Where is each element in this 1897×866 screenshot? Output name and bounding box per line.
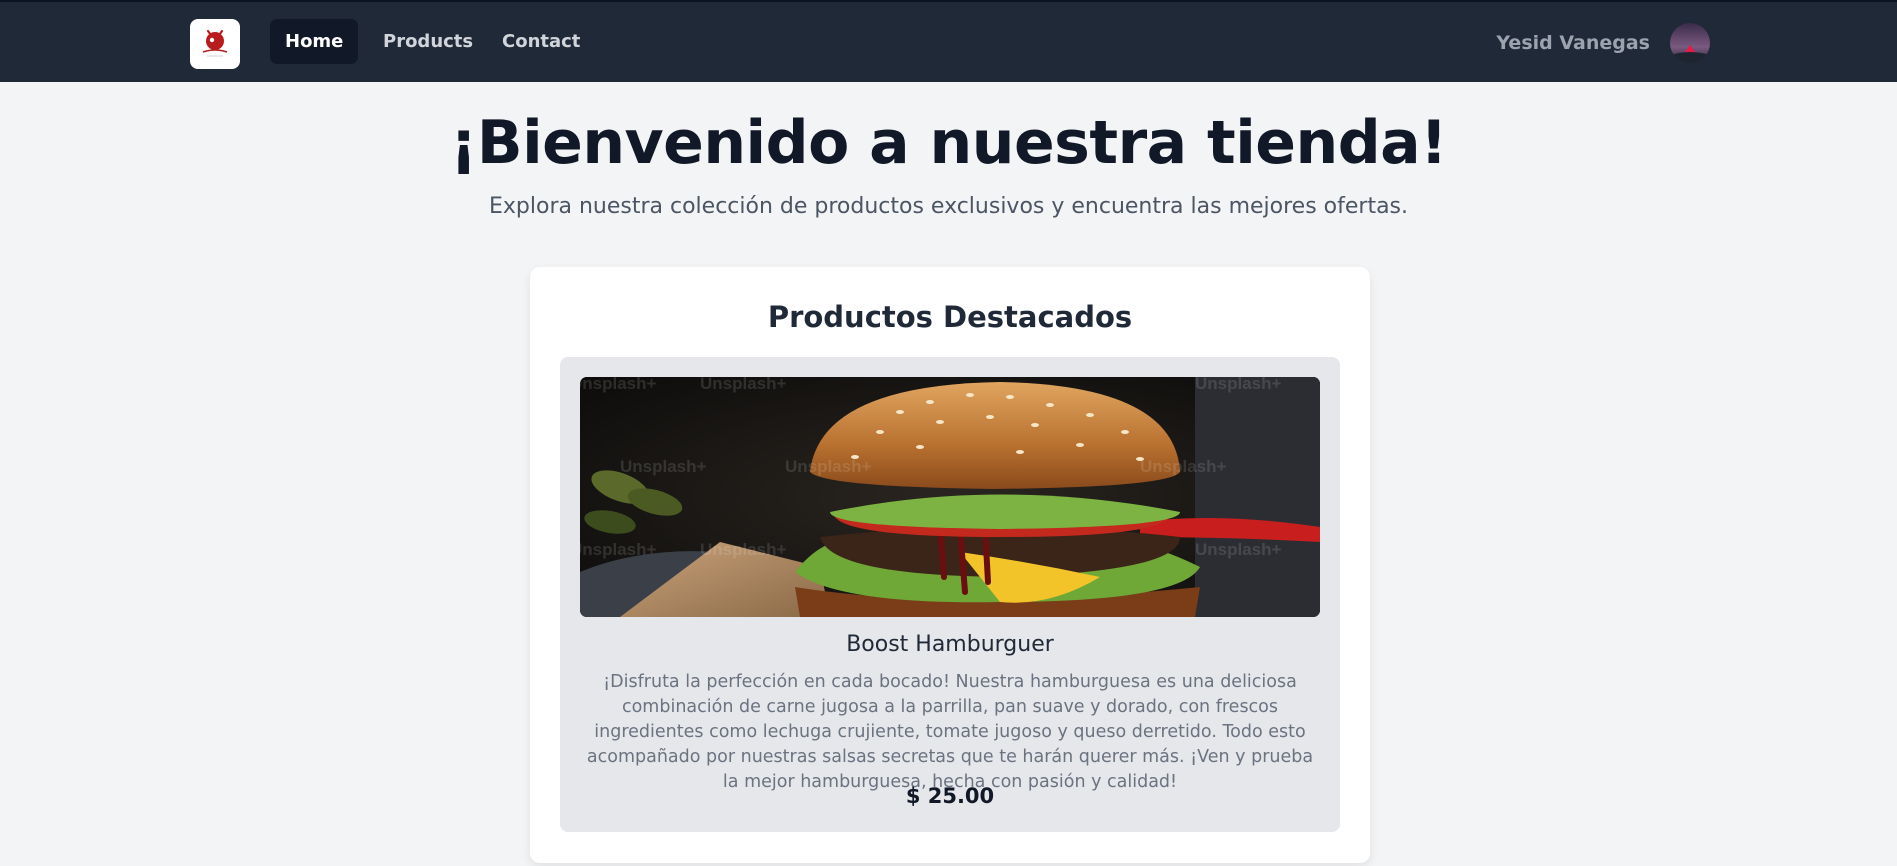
featured-products-card: Productos Destacados nsplash+ Unsplash+ … bbox=[530, 267, 1370, 863]
nav-link-products[interactable]: Products bbox=[368, 19, 488, 64]
product-name: Boost Hamburguer bbox=[846, 632, 1054, 657]
product-card[interactable]: Unsplash+ Unsplash+ Unsplash+ Unsplash+ … bbox=[560, 357, 1340, 832]
hero-title: ¡Bienvenido a nuestra tienda! bbox=[449, 108, 1448, 178]
svg-text:Unsplash+: Unsplash+ bbox=[1195, 377, 1282, 393]
nav-link-contact[interactable]: Contact bbox=[487, 19, 595, 64]
nav-link-home[interactable]: Home bbox=[270, 19, 359, 64]
product-description: ¡Disfruta la perfección en cada bocado! … bbox=[586, 672, 1314, 792]
svg-text:Unsplash+: Unsplash+ bbox=[700, 377, 787, 393]
navbar: Home Products Contact Yesid Vanegas bbox=[0, 0, 1897, 82]
nav-link-contact-label: Contact bbox=[502, 31, 581, 52]
svg-text:Unsplash+: Unsplash+ bbox=[620, 457, 707, 476]
featured-products-title: Productos Destacados bbox=[767, 300, 1133, 334]
user-name: Yesid Vanegas bbox=[1496, 32, 1650, 54]
avatar-image bbox=[1670, 23, 1710, 63]
svg-text:Unsplash+: Unsplash+ bbox=[1140, 457, 1227, 476]
svg-text:Unsplash+: Unsplash+ bbox=[580, 540, 657, 559]
svg-text:Unsplash+: Unsplash+ bbox=[700, 540, 787, 559]
svg-text:Unsplash+: Unsplash+ bbox=[785, 457, 872, 476]
restaurant-logo-icon bbox=[202, 29, 228, 57]
product-image: Unsplash+ Unsplash+ Unsplash+ Unsplash+ … bbox=[580, 377, 1320, 617]
nav-link-products-label: Products bbox=[383, 31, 474, 52]
restaurant-logo[interactable] bbox=[190, 19, 240, 69]
svg-text:Unsplash+: Unsplash+ bbox=[1195, 540, 1282, 559]
hamburger-image: Unsplash+ Unsplash+ Unsplash+ Unsplash+ … bbox=[580, 377, 1320, 617]
svg-text:Unsplash+: Unsplash+ bbox=[580, 377, 657, 393]
hero-subtitle: Explora nuestra colección de productos e… bbox=[488, 194, 1408, 219]
nav-link-home-label: Home bbox=[285, 31, 344, 52]
user-avatar[interactable] bbox=[1670, 23, 1710, 63]
product-price: $ 25.00 bbox=[905, 784, 995, 808]
